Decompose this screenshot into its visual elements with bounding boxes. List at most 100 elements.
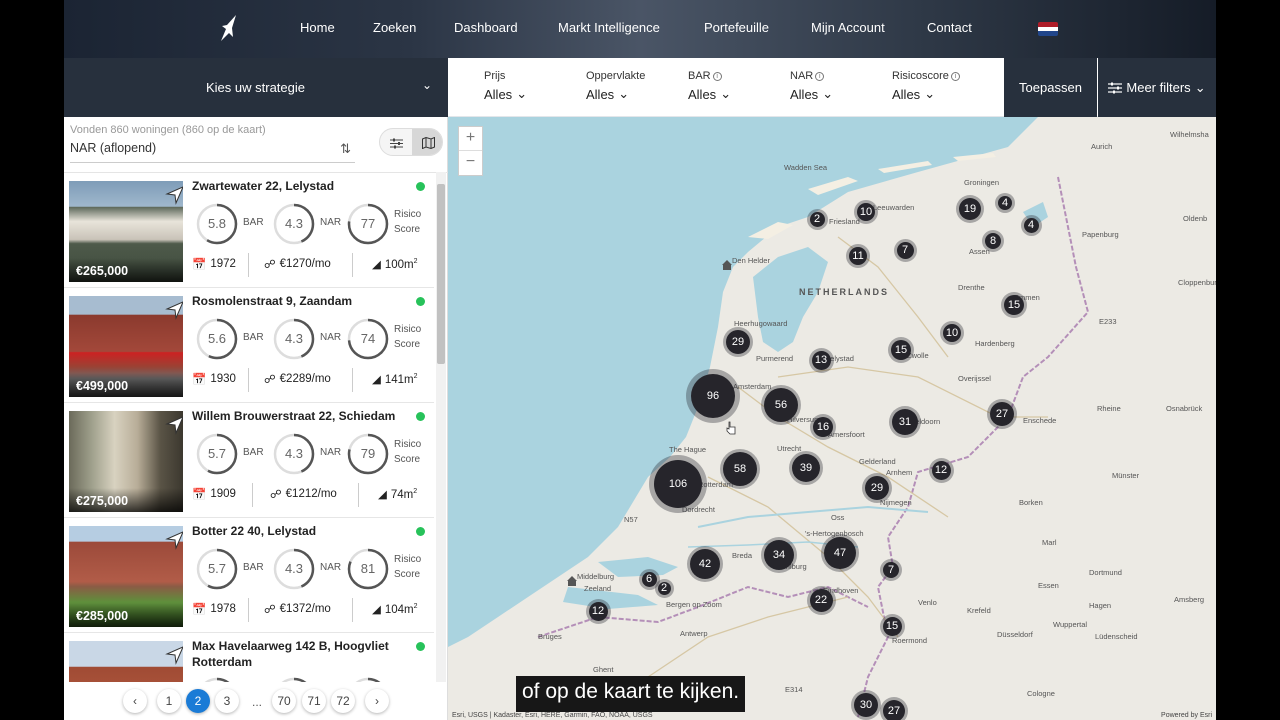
map-cluster[interactable]: 96 xyxy=(691,374,735,418)
map-cluster[interactable]: 12 xyxy=(588,601,608,621)
map-cluster[interactable]: 42 xyxy=(690,549,720,579)
scrollbar-thumb[interactable] xyxy=(437,184,445,364)
map-cluster[interactable]: 29 xyxy=(865,476,889,500)
map-cluster[interactable]: 47 xyxy=(824,537,856,569)
map-cluster[interactable]: 2 xyxy=(809,211,825,227)
logo-icon[interactable] xyxy=(218,14,242,42)
more-filters-button[interactable]: Meer filters ⌄ xyxy=(1098,58,1216,117)
property-address[interactable]: Max Havelaarweg 142 B, Hoogvliet Rotterd… xyxy=(192,638,417,670)
map-cluster[interactable]: 19 xyxy=(959,198,981,220)
map-cluster[interactable]: 13 xyxy=(811,350,831,370)
navigate-icon[interactable] xyxy=(165,645,183,665)
map-cluster[interactable]: 22 xyxy=(809,588,833,612)
nav-home[interactable]: Home xyxy=(300,20,335,35)
property-photo[interactable]: €285,000 xyxy=(69,526,183,627)
apply-button[interactable]: Toepassen xyxy=(1004,58,1097,117)
property-card[interactable]: Max Havelaarweg 142 B, Hoogvliet Rotterd… xyxy=(64,633,434,682)
map-cluster[interactable]: 10 xyxy=(857,203,875,221)
property-photo[interactable] xyxy=(69,641,183,682)
powered-by-esri[interactable]: Powered by Esri xyxy=(1161,712,1212,719)
strategy-dropdown[interactable]: Kies uw strategie ⌄ xyxy=(64,58,448,117)
property-photo[interactable]: €499,000 xyxy=(69,296,183,397)
map-base xyxy=(448,117,1216,720)
property-address[interactable]: Willem Brouwerstraat 22, Schiedam xyxy=(192,408,417,424)
page-button[interactable]: 3 xyxy=(215,689,239,713)
pagination: ‹ 1 2 3 ... 70 71 72 › xyxy=(64,687,448,720)
page-button[interactable]: 70 xyxy=(272,689,296,713)
property-card[interactable]: €499,000 Rosmolenstraat 9, Zaandam 5.6 B… xyxy=(64,288,434,403)
navigate-icon[interactable] xyxy=(165,185,183,205)
info-icon[interactable]: i xyxy=(950,71,960,81)
map-cluster[interactable]: 11 xyxy=(849,247,867,265)
property-address[interactable]: Rosmolenstraat 9, Zaandam xyxy=(192,293,417,309)
filter-prijs[interactable]: Prijs Alles ⌄ xyxy=(484,70,527,102)
map-cluster[interactable]: 15 xyxy=(891,340,911,360)
list-view-button[interactable] xyxy=(380,129,412,155)
nav-dashboard[interactable]: Dashboard xyxy=(454,20,518,35)
map-cluster[interactable]: 30 xyxy=(854,693,878,717)
info-icon[interactable]: i xyxy=(712,71,722,81)
property-card[interactable]: €285,000 Botter 22 40, Lelystad 5.7 BAR … xyxy=(64,518,434,633)
map-view[interactable]: + − NETHERLANDS Wilhelmsha Aurich Groninge… xyxy=(448,117,1216,720)
map-cluster[interactable]: 16 xyxy=(813,417,833,437)
navigate-icon[interactable] xyxy=(165,300,183,320)
nav-zoeken[interactable]: Zoeken xyxy=(373,20,416,35)
map-view-button[interactable] xyxy=(412,129,442,155)
map-cluster[interactable]: 39 xyxy=(792,454,820,482)
filter-risicoscore[interactable]: Risicoscore i Alles ⌄ xyxy=(892,70,960,102)
page-button[interactable]: 71 xyxy=(302,689,326,713)
page-button[interactable]: 72 xyxy=(331,689,355,713)
map-cluster[interactable]: 27 xyxy=(883,700,905,720)
map-cluster[interactable]: 10 xyxy=(943,324,961,342)
filter-nar[interactable]: NAR i Alles ⌄ xyxy=(790,70,833,102)
page-button-current[interactable]: 2 xyxy=(186,689,210,713)
nav-mijn-account[interactable]: Mijn Account xyxy=(811,20,885,35)
filter-bar-metric[interactable]: BAR i Alles ⌄ xyxy=(688,70,731,102)
zoom-out-button[interactable]: − xyxy=(459,151,482,175)
map-cluster[interactable]: 7 xyxy=(883,562,899,578)
filter-oppervlakte[interactable]: Oppervlakte Alles ⌄ xyxy=(586,70,645,102)
netherlands-flag-icon[interactable] xyxy=(1038,22,1058,36)
map-cluster[interactable]: 34 xyxy=(764,540,794,570)
nav-portefeuille[interactable]: Portefeuille xyxy=(704,20,769,35)
property-stats: 📅 1909 ☍ €1212/mo ◢ 74m2 xyxy=(192,481,426,509)
property-address[interactable]: Zwartewater 22, Lelystad xyxy=(192,178,417,194)
map-cluster[interactable]: 27 xyxy=(990,402,1014,426)
map-cluster[interactable]: 29 xyxy=(726,330,750,354)
map-cluster[interactable]: 12 xyxy=(931,460,951,480)
zoom-in-button[interactable]: + xyxy=(459,127,482,151)
map-cluster[interactable]: 56 xyxy=(764,388,798,422)
map-cluster[interactable]: 15 xyxy=(882,616,902,636)
property-address[interactable]: Botter 22 40, Lelystad xyxy=(192,523,417,539)
sort-select[interactable]: NAR (aflopend) ⇅ xyxy=(70,141,355,163)
prev-page-button[interactable]: ‹ xyxy=(123,689,147,713)
map-cluster[interactable]: 31 xyxy=(892,409,918,435)
map-cluster[interactable]: 8 xyxy=(985,233,1001,249)
next-page-button[interactable]: › xyxy=(365,689,389,713)
navigate-icon[interactable] xyxy=(165,415,183,435)
map-cluster[interactable]: 15 xyxy=(1004,295,1024,315)
property-photo[interactable]: €265,000 xyxy=(69,181,183,282)
nav-markt-intelligence[interactable]: Markt Intelligence xyxy=(558,20,660,35)
nav-contact[interactable]: Contact xyxy=(927,20,972,35)
info-icon[interactable]: i xyxy=(815,71,825,81)
property-card[interactable]: €275,000 Willem Brouwerstraat 22, Schied… xyxy=(64,403,434,518)
navigate-icon[interactable] xyxy=(165,530,183,550)
rent-value: €1372/mo xyxy=(279,603,331,615)
map-cluster[interactable]: 4 xyxy=(998,196,1012,210)
map-cluster[interactable]: 58 xyxy=(723,452,757,486)
home-icon[interactable] xyxy=(721,259,733,271)
bar-value: 5.7 xyxy=(207,561,227,576)
map-cluster[interactable]: 2 xyxy=(657,581,671,595)
home-icon[interactable] xyxy=(566,575,578,587)
map-cluster[interactable]: 7 xyxy=(896,241,914,259)
map-cluster[interactable]: 6 xyxy=(641,571,657,587)
area-icon: ◢ xyxy=(372,604,381,616)
property-photo[interactable]: €275,000 xyxy=(69,411,183,512)
list-scrollbar[interactable] xyxy=(436,172,446,682)
map-cluster[interactable]: 4 xyxy=(1023,217,1039,233)
map-cluster[interactable]: 106 xyxy=(654,460,702,508)
page-button[interactable]: 1 xyxy=(157,689,181,713)
property-card[interactable]: €265,000 Zwartewater 22, Lelystad 5.8 BA… xyxy=(64,173,434,288)
map-place-label: Roermond xyxy=(892,636,928,645)
